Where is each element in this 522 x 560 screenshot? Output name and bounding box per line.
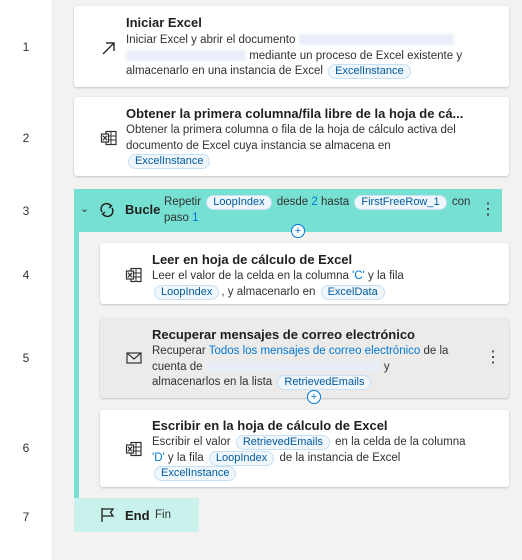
- variable-chip[interactable]: LoopIndex: [206, 195, 272, 210]
- variable-chip[interactable]: RetrievedEmails: [235, 435, 330, 450]
- redacted-account: [205, 360, 381, 372]
- action-card-retrieve-emails[interactable]: Recuperar mensajes de correo electrónico…: [100, 318, 509, 398]
- arrow-up-right-icon: [102, 42, 115, 55]
- flag-icon: [101, 508, 115, 522]
- variable-chip[interactable]: LoopIndex: [208, 450, 275, 466]
- line-number: 7: [22, 510, 30, 524]
- loop-icon: [100, 202, 114, 218]
- variable-chip[interactable]: FirstFreeRow_1: [354, 195, 447, 210]
- action-card-read-excel[interactable]: Leer en hoja de cálculo de Excel Leer el…: [100, 243, 509, 304]
- loop-description: Repetir LoopIndex desde 2 hasta FirstFre…: [164, 195, 471, 224]
- line-number: 6: [22, 441, 30, 455]
- action-title: Leer en hoja de cálculo de Excel: [152, 252, 353, 267]
- action-description: Iniciar Excel y abrir el documento media…: [126, 34, 463, 79]
- add-action-icon[interactable]: +: [307, 390, 321, 404]
- chevron-down-icon[interactable]: ⌄: [80, 202, 89, 215]
- end-block[interactable]: End Fin: [74, 498, 199, 532]
- action-title: Iniciar Excel: [126, 15, 202, 30]
- excel-sheet-icon: [125, 441, 142, 457]
- line-number: 4: [22, 268, 30, 282]
- loop-header[interactable]: ⌄ Bucle Repetir LoopIndex desde 2 hasta …: [74, 189, 502, 232]
- action-card-write-excel[interactable]: Escribir en la hoja de cálculo de Excel …: [100, 410, 509, 487]
- line-number: 5: [22, 351, 30, 365]
- variable-chip[interactable]: ExcelInstance: [128, 154, 211, 169]
- action-title: Recuperar mensajes de correo electrónico: [152, 327, 416, 342]
- loop-body-bar: [74, 232, 79, 502]
- end-label: End: [125, 508, 150, 523]
- loop-label: Bucle: [125, 202, 161, 217]
- action-description: Recuperar Todos los mensajes de correo e…: [152, 345, 449, 390]
- action-title: Obtener la primera columna/fila libre de…: [126, 106, 464, 121]
- line-number-gutter: 1 2 3 4 5 6 7: [0, 0, 53, 560]
- redacted-path: [126, 49, 246, 61]
- excel-sheet-icon: [100, 130, 117, 146]
- action-description: Escribir el valor RetrievedEmails en la …: [152, 435, 466, 481]
- action-title: Escribir en la hoja de cálculo de Excel: [152, 418, 388, 433]
- mail-icon: [126, 352, 142, 364]
- add-action-icon[interactable]: +: [291, 224, 305, 238]
- excel-sheet-icon: [125, 267, 142, 283]
- action-description: Leer el valor de la celda en la columna …: [152, 270, 404, 300]
- end-sublabel: Fin: [155, 509, 171, 521]
- line-number: 1: [22, 40, 30, 54]
- action-card-start-excel[interactable]: Iniciar Excel Iniciar Excel y abrir el d…: [74, 6, 509, 87]
- variable-chip[interactable]: ExcelInstance: [328, 64, 411, 79]
- action-description: Obtener la primera columna o fila de la …: [126, 124, 456, 169]
- line-number: 3: [22, 204, 30, 218]
- more-options-icon[interactable]: ⋮: [480, 202, 496, 218]
- more-options-icon[interactable]: ⋮: [485, 350, 501, 366]
- variable-chip[interactable]: ExcelInstance: [154, 466, 237, 481]
- line-number: 2: [22, 131, 30, 145]
- variable-chip[interactable]: RetrievedEmails: [277, 375, 372, 390]
- variable-chip[interactable]: LoopIndex: [154, 284, 220, 300]
- variable-chip[interactable]: ExcelData: [320, 284, 385, 300]
- action-card-first-free-column[interactable]: Obtener la primera columna/fila libre de…: [74, 97, 509, 176]
- redacted-path: [298, 34, 454, 46]
